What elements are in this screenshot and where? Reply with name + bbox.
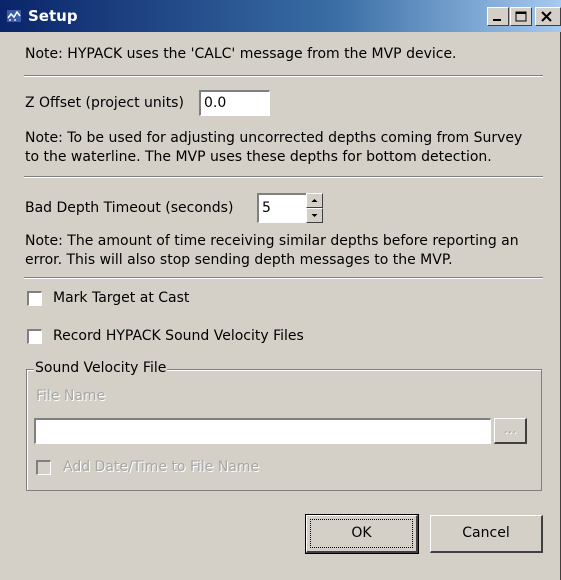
z-offset-note-line1: Note: To be used for adjusting uncorrect… — [25, 130, 523, 146]
z-offset-note-line2: to the waterline. The MVP uses these dep… — [25, 149, 492, 165]
timeout-note-line1: Note: The amount of time receiving simil… — [25, 233, 519, 249]
sound-velocity-group-label: Sound Velocity File — [34, 360, 168, 376]
separator — [24, 176, 543, 178]
timeout-note-line2: error. This will also stop sending depth… — [25, 252, 453, 268]
record-sv-label[interactable]: Record HYPACK Sound Velocity Files — [53, 328, 304, 344]
minimize-icon — [493, 19, 501, 21]
maximize-button[interactable] — [510, 7, 532, 26]
record-sv-checkbox[interactable] — [27, 329, 42, 344]
spin-down-button[interactable] — [306, 208, 323, 223]
z-offset-input[interactable]: 0.0 — [199, 90, 270, 116]
arrow-up-icon — [311, 199, 318, 202]
setup-dialog: Setup Note: HYPACK uses the 'CALC' messa… — [0, 0, 561, 580]
cancel-button[interactable]: Cancel — [430, 515, 543, 553]
maximize-icon — [515, 11, 527, 22]
separator — [24, 277, 543, 279]
calc-note: Note: HYPACK uses the 'CALC' message fro… — [25, 46, 457, 62]
arrow-down-icon — [311, 214, 318, 217]
ok-button[interactable]: OK — [305, 514, 419, 554]
add-date-checkbox[interactable] — [36, 460, 51, 475]
separator — [24, 75, 543, 77]
app-icon — [7, 10, 21, 22]
browse-button-label: ... — [503, 421, 517, 437]
minimize-button[interactable] — [487, 7, 509, 26]
spin-up-button[interactable] — [306, 193, 323, 208]
window-title: Setup — [28, 7, 78, 25]
add-date-label[interactable]: Add Date/Time to File Name — [63, 459, 259, 475]
file-name-input[interactable] — [34, 418, 491, 444]
close-button[interactable] — [535, 7, 561, 26]
z-offset-label: Z Offset (project units) — [25, 95, 184, 111]
mark-target-checkbox[interactable] — [27, 291, 42, 306]
ok-button-label: OK — [351, 525, 372, 541]
cancel-button-label: Cancel — [462, 525, 510, 541]
close-icon — [541, 11, 552, 22]
mark-target-label[interactable]: Mark Target at Cast — [53, 290, 189, 306]
title-bar[interactable]: Setup — [0, 0, 561, 32]
bad-depth-timeout-label: Bad Depth Timeout (seconds) — [25, 200, 234, 216]
browse-button[interactable]: ... — [494, 418, 527, 444]
file-name-label: File Name — [36, 388, 106, 404]
bad-depth-timeout-input[interactable]: 5 — [257, 193, 307, 223]
